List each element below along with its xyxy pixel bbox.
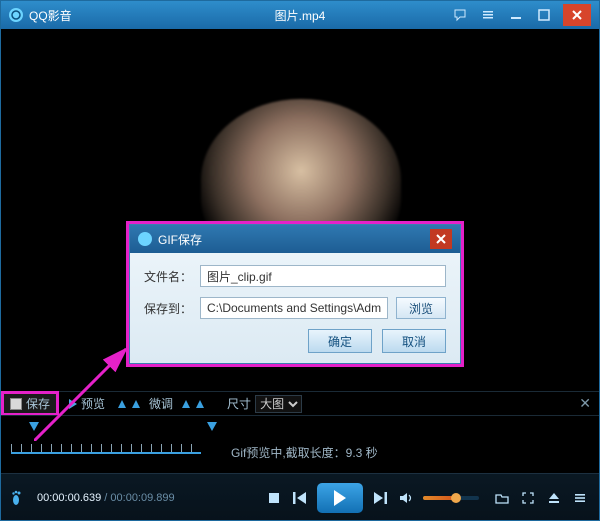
footprint-icon[interactable]	[11, 490, 25, 506]
title-file-name: 图片.mp4	[275, 7, 326, 24]
disk-icon	[10, 398, 22, 410]
titlebar: QQ影音 图片.mp4	[1, 1, 599, 29]
gif-save-dialog-highlight: GIF保存 文件名： 保存到： 浏览	[126, 221, 464, 367]
play-button[interactable]	[317, 483, 363, 513]
timeline-selection	[11, 452, 201, 454]
finetune-label: 微调	[149, 395, 173, 412]
volume-icon[interactable]	[397, 489, 415, 507]
feedback-icon[interactable]	[451, 6, 469, 24]
app-window: QQ影音 图片.mp4 GIF保存	[0, 0, 600, 521]
range-end-handle[interactable]	[207, 422, 217, 431]
video-area: GIF保存 文件名： 保存到： 浏览	[1, 29, 599, 391]
toolstrip-close-icon[interactable]: ✕	[579, 395, 591, 412]
size-group: 尺寸 大图	[227, 395, 302, 413]
saveto-row: 保存到： 浏览	[144, 297, 446, 319]
eject-icon[interactable]	[545, 489, 563, 507]
window-controls	[451, 4, 591, 26]
playlist-icon[interactable]	[571, 489, 589, 507]
dialog-logo-icon	[138, 232, 152, 246]
playerbar: 00:00:00.639 / 00:00:09.899	[1, 473, 599, 521]
dialog-title: GIF保存	[158, 231, 202, 248]
minimize-icon[interactable]	[507, 6, 525, 24]
saveto-input[interactable]	[200, 297, 388, 319]
marker-right-fwd-icon[interactable]	[196, 400, 204, 408]
annotation-arrow-icon	[34, 341, 134, 441]
menu-icon[interactable]	[479, 6, 497, 24]
ok-button[interactable]: 确定	[308, 329, 372, 353]
next-button[interactable]	[371, 489, 389, 507]
marker-right-back-icon[interactable]	[182, 400, 190, 408]
timeline-status: Gif预览中,截取长度：9.3 秒	[231, 444, 378, 461]
prev-button[interactable]	[291, 489, 309, 507]
volume-slider[interactable]	[423, 496, 479, 500]
dialog-close-button[interactable]	[430, 229, 452, 249]
play-icon	[334, 490, 346, 506]
time-current: 00:00:00.639	[37, 492, 101, 504]
right-controls	[493, 489, 589, 507]
size-select[interactable]: 大图	[255, 395, 302, 413]
dialog-buttons: 确定 取消	[144, 329, 446, 353]
filename-label: 文件名：	[144, 268, 200, 285]
app-logo-icon	[9, 8, 23, 22]
cancel-button[interactable]: 取消	[382, 329, 446, 353]
app-name: QQ影音	[29, 7, 72, 24]
size-label: 尺寸	[227, 395, 251, 412]
fullscreen-icon[interactable]	[519, 489, 537, 507]
maximize-icon[interactable]	[535, 6, 553, 24]
dialog-body: 文件名： 保存到： 浏览 确定 取消	[130, 253, 460, 363]
time-display: 00:00:00.639 / 00:00:09.899	[37, 492, 175, 504]
open-file-icon[interactable]	[493, 489, 511, 507]
filename-input[interactable]	[200, 265, 446, 287]
browse-button[interactable]: 浏览	[396, 297, 446, 319]
gif-save-dialog: GIF保存 文件名： 保存到： 浏览	[129, 224, 461, 364]
close-window-icon[interactable]	[563, 4, 591, 26]
dialog-titlebar: GIF保存	[130, 225, 460, 253]
volume-thumb[interactable]	[451, 493, 461, 503]
filename-row: 文件名：	[144, 265, 446, 287]
volume-fill	[423, 496, 453, 500]
time-duration: 00:00:09.899	[110, 492, 174, 504]
playback-controls	[265, 483, 589, 513]
saveto-label: 保存到：	[144, 300, 200, 317]
stop-button[interactable]	[265, 489, 283, 507]
